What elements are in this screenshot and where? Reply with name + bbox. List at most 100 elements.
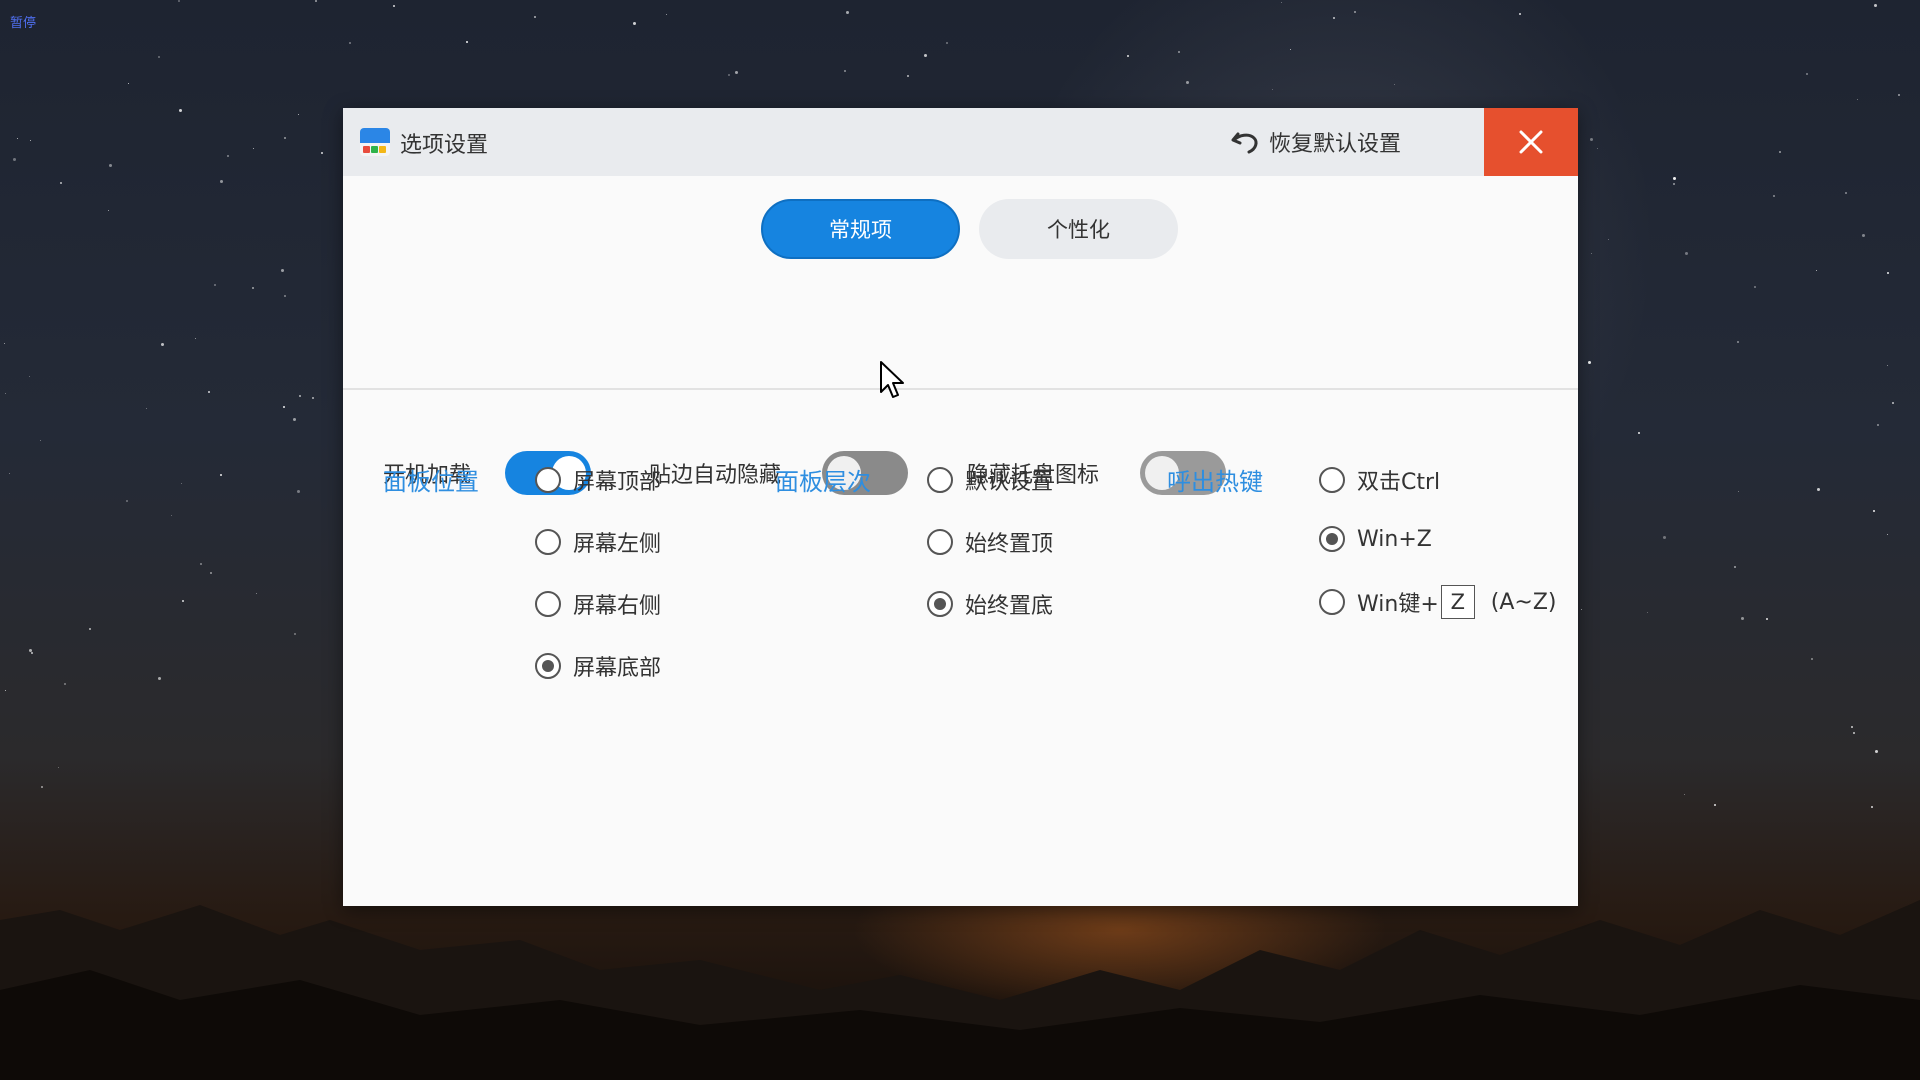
- star: [182, 600, 184, 602]
- star: [1754, 286, 1756, 288]
- radio-hotkey-double-ctrl[interactable]: 双击Ctrl: [1319, 464, 1440, 496]
- star: [1766, 618, 1768, 620]
- tab-personalization[interactable]: 个性化: [979, 199, 1178, 259]
- star: [89, 628, 91, 630]
- star: [4, 343, 5, 344]
- star: [126, 500, 128, 502]
- star: [1862, 234, 1865, 237]
- star: [633, 22, 636, 25]
- star: [735, 71, 738, 74]
- star: [1588, 361, 1591, 364]
- star: [1354, 11, 1356, 13]
- star: [178, 0, 180, 2]
- hotkey-label: 呼出热键: [1167, 468, 1263, 496]
- star: [179, 109, 182, 112]
- star: [293, 418, 296, 421]
- radio-label: 默认设置: [965, 470, 1054, 495]
- star: [1734, 566, 1736, 568]
- star: [253, 148, 254, 149]
- star: [1773, 195, 1775, 197]
- star: [1887, 272, 1889, 274]
- star: [1608, 239, 1609, 240]
- undo-icon: [1231, 132, 1258, 154]
- star: [1845, 192, 1847, 194]
- star: [1892, 402, 1894, 404]
- window-title: 选项设置: [400, 133, 489, 158]
- star: [252, 287, 254, 289]
- app-icon: [360, 128, 390, 156]
- star: [924, 54, 927, 57]
- tab-divider: [343, 388, 1578, 390]
- star: [1685, 252, 1688, 255]
- star: [108, 210, 109, 211]
- star: [1186, 81, 1189, 84]
- panel-position-label: 面板位置: [383, 468, 479, 496]
- star: [5, 393, 6, 394]
- star: [1738, 491, 1739, 492]
- star: [1581, 609, 1582, 610]
- star: [321, 152, 323, 154]
- star: [1673, 183, 1675, 185]
- star: [109, 164, 112, 167]
- star: [1663, 536, 1666, 539]
- star: [1806, 73, 1808, 75]
- star: [1851, 726, 1853, 728]
- star: [907, 75, 909, 77]
- star: [29, 376, 30, 377]
- star: [1887, 534, 1888, 535]
- restore-defaults-button[interactable]: 恢复默认设置: [1229, 122, 1401, 162]
- star: [1875, 750, 1878, 753]
- star: [846, 11, 849, 14]
- radio-layer-default[interactable]: 默认设置: [927, 464, 1053, 496]
- star: [60, 182, 62, 184]
- tab-general[interactable]: 常规项: [761, 199, 960, 259]
- edge-auto-hide-label: 贴边自动隐藏: [649, 463, 782, 488]
- star: [294, 633, 296, 635]
- radio-layer-always-bottom[interactable]: 始终置底: [927, 588, 1053, 620]
- star: [1591, 253, 1592, 254]
- star: [844, 70, 846, 72]
- star: [30, 140, 31, 141]
- radio-hotkey-win-z[interactable]: Win+Z: [1319, 526, 1432, 552]
- star: [1737, 341, 1739, 343]
- radio-screen-right[interactable]: 屏幕右侧: [535, 588, 661, 620]
- radio-screen-bottom[interactable]: 屏幕底部: [535, 650, 661, 682]
- star: [1871, 806, 1873, 808]
- star: [195, 338, 196, 339]
- radio-circle: [1319, 467, 1345, 493]
- star: [349, 42, 351, 44]
- star: [1519, 13, 1521, 15]
- star: [1333, 17, 1335, 19]
- hotkey-letter-input[interactable]: Z: [1440, 585, 1475, 619]
- radio-circle: [535, 467, 561, 493]
- radio-hotkey-win-custom[interactable]: Win键+ Z (A~Z): [1319, 585, 1557, 619]
- star: [1741, 617, 1744, 620]
- star: [31, 652, 33, 654]
- radio-circle: [535, 529, 561, 555]
- star: [1290, 49, 1291, 50]
- panel-layer-label: 面板层次: [775, 468, 871, 496]
- radio-label: Win键+: [1357, 592, 1439, 617]
- star: [41, 786, 43, 788]
- star: [297, 490, 300, 493]
- title-bar: 选项设置 恢复默认设置: [343, 108, 1578, 176]
- star: [220, 474, 222, 476]
- radio-circle: [535, 591, 561, 617]
- star: [58, 767, 59, 768]
- star: [1811, 658, 1813, 660]
- star: [284, 137, 286, 139]
- star: [312, 397, 314, 399]
- star: [1714, 804, 1716, 806]
- star: [1394, 84, 1395, 85]
- radio-screen-left[interactable]: 屏幕左侧: [535, 526, 661, 558]
- star: [1647, 612, 1648, 613]
- star: [1898, 94, 1900, 96]
- radio-layer-always-top[interactable]: 始终置顶: [927, 526, 1053, 558]
- radio-screen-top[interactable]: 屏幕顶部: [535, 464, 661, 496]
- star: [284, 295, 286, 297]
- close-button[interactable]: [1484, 108, 1578, 176]
- star: [1816, 270, 1817, 271]
- close-icon: [1519, 130, 1543, 154]
- star: [200, 563, 202, 565]
- radio-label: 双击Ctrl: [1357, 470, 1441, 495]
